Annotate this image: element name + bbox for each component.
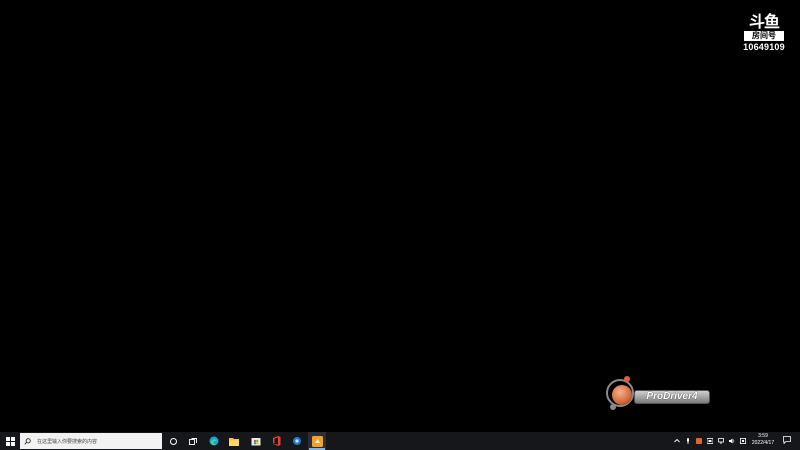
system-tray [674,432,746,450]
network-icon[interactable] [718,438,724,444]
office-icon [272,436,280,446]
prodriver-widget[interactable]: ProDriver4 [604,374,714,414]
start-button[interactable] [2,432,18,450]
file-explorer-icon [229,437,239,446]
taskbar-app-file-explorer[interactable] [226,432,242,450]
task-view-icon [189,437,197,445]
watermark-label: 房间号 [744,31,784,41]
edge-icon [209,436,219,446]
input-method-icon[interactable] [707,438,713,444]
watermark-logo: 斗鱼 [748,12,780,31]
system-clock[interactable]: 3:59 2022/4/17 [744,433,782,447]
cortana-icon [169,437,177,445]
widget-label-bar[interactable]: ProDriver4 [634,390,710,404]
volume-icon[interactable] [729,438,735,444]
widget-ball-icon[interactable] [612,385,632,405]
taskbar: 在这里输入你要搜索的内容 3:59 2022/4/17 [0,432,800,450]
microphone-icon[interactable] [685,438,691,444]
widget-secondary-dot-icon [610,404,616,410]
orange-tray-icon[interactable] [696,438,702,444]
watermark-room-number: 10649109 [743,42,785,52]
taskbar-app-office[interactable] [268,432,284,450]
control-app-icon [293,437,301,445]
windows-logo-icon [5,436,15,446]
cortana-button[interactable] [166,432,180,450]
widget-status-dot-icon [624,376,630,382]
taskbar-app-control[interactable] [289,432,305,450]
widget-label: ProDriver4 [646,391,698,402]
orange-app-icon [311,435,323,447]
notification-icon[interactable] [783,436,791,444]
taskbar-app-edge[interactable] [206,432,222,450]
store-icon [251,438,261,446]
search-box[interactable]: 在这里输入你要搜索的内容 [20,433,162,449]
watermark: 斗鱼 房间号 10649109 [742,13,786,53]
search-placeholder: 在这里输入你要搜索的内容 [37,438,98,445]
chevron-up-icon[interactable] [674,438,680,444]
task-view-button[interactable] [186,432,200,450]
search-icon [24,437,31,445]
clock-date: 2022/4/17 [751,440,775,446]
taskbar-app-store[interactable] [248,432,264,450]
clock-time: 3:59 [758,433,768,439]
